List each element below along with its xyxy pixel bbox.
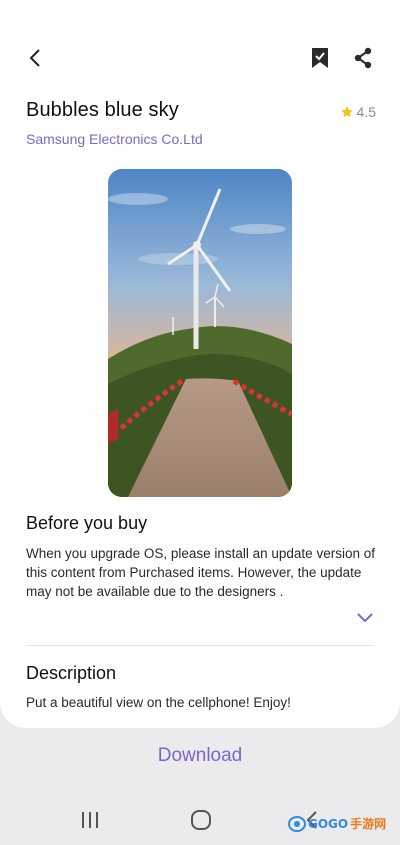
wind-turbine-road-image: [108, 169, 292, 497]
watermark-brand: GOGO: [308, 816, 349, 831]
watermark-logo: GOGO 手游网: [288, 815, 386, 832]
description-text: Put a beautiful view on the cellphone! E…: [26, 695, 291, 710]
divider: [26, 645, 374, 646]
product-title: Bubbles blue sky: [26, 99, 179, 121]
theme-preview-image[interactable]: [108, 169, 292, 497]
rating-badge: 4.5: [340, 104, 376, 120]
detail-card: Bubbles blue sky 4.5 Samsung Electronics…: [0, 0, 400, 728]
home-button[interactable]: [186, 806, 216, 834]
publisher-link[interactable]: Samsung Electronics Co.Ltd: [26, 131, 203, 147]
recent-apps-button[interactable]: [76, 806, 104, 834]
bookmark-icon: [312, 48, 328, 68]
star-icon: [340, 106, 353, 118]
chevron-down-icon: [357, 613, 373, 623]
back-button[interactable]: [18, 40, 52, 76]
share-icon: [354, 47, 372, 69]
rating-value: 4.5: [356, 104, 376, 120]
bookmark-button[interactable]: [303, 40, 337, 76]
expand-button[interactable]: [352, 607, 378, 629]
gogo-logo-icon: [288, 815, 306, 832]
recent-apps-icon: [82, 812, 98, 828]
share-button[interactable]: [346, 40, 380, 76]
top-bar: [0, 40, 400, 80]
watermark-suffix: 手游网: [350, 817, 387, 831]
download-button[interactable]: Download: [0, 745, 400, 767]
chevron-left-icon: [29, 49, 40, 67]
description-title: Description: [26, 663, 117, 683]
before-you-buy-text: When you upgrade OS, please install an u…: [26, 546, 375, 599]
app-screen: Bubbles blue sky 4.5 Samsung Electronics…: [0, 0, 400, 845]
home-icon: [191, 810, 211, 830]
before-you-buy-title: Before you buy: [26, 513, 148, 533]
